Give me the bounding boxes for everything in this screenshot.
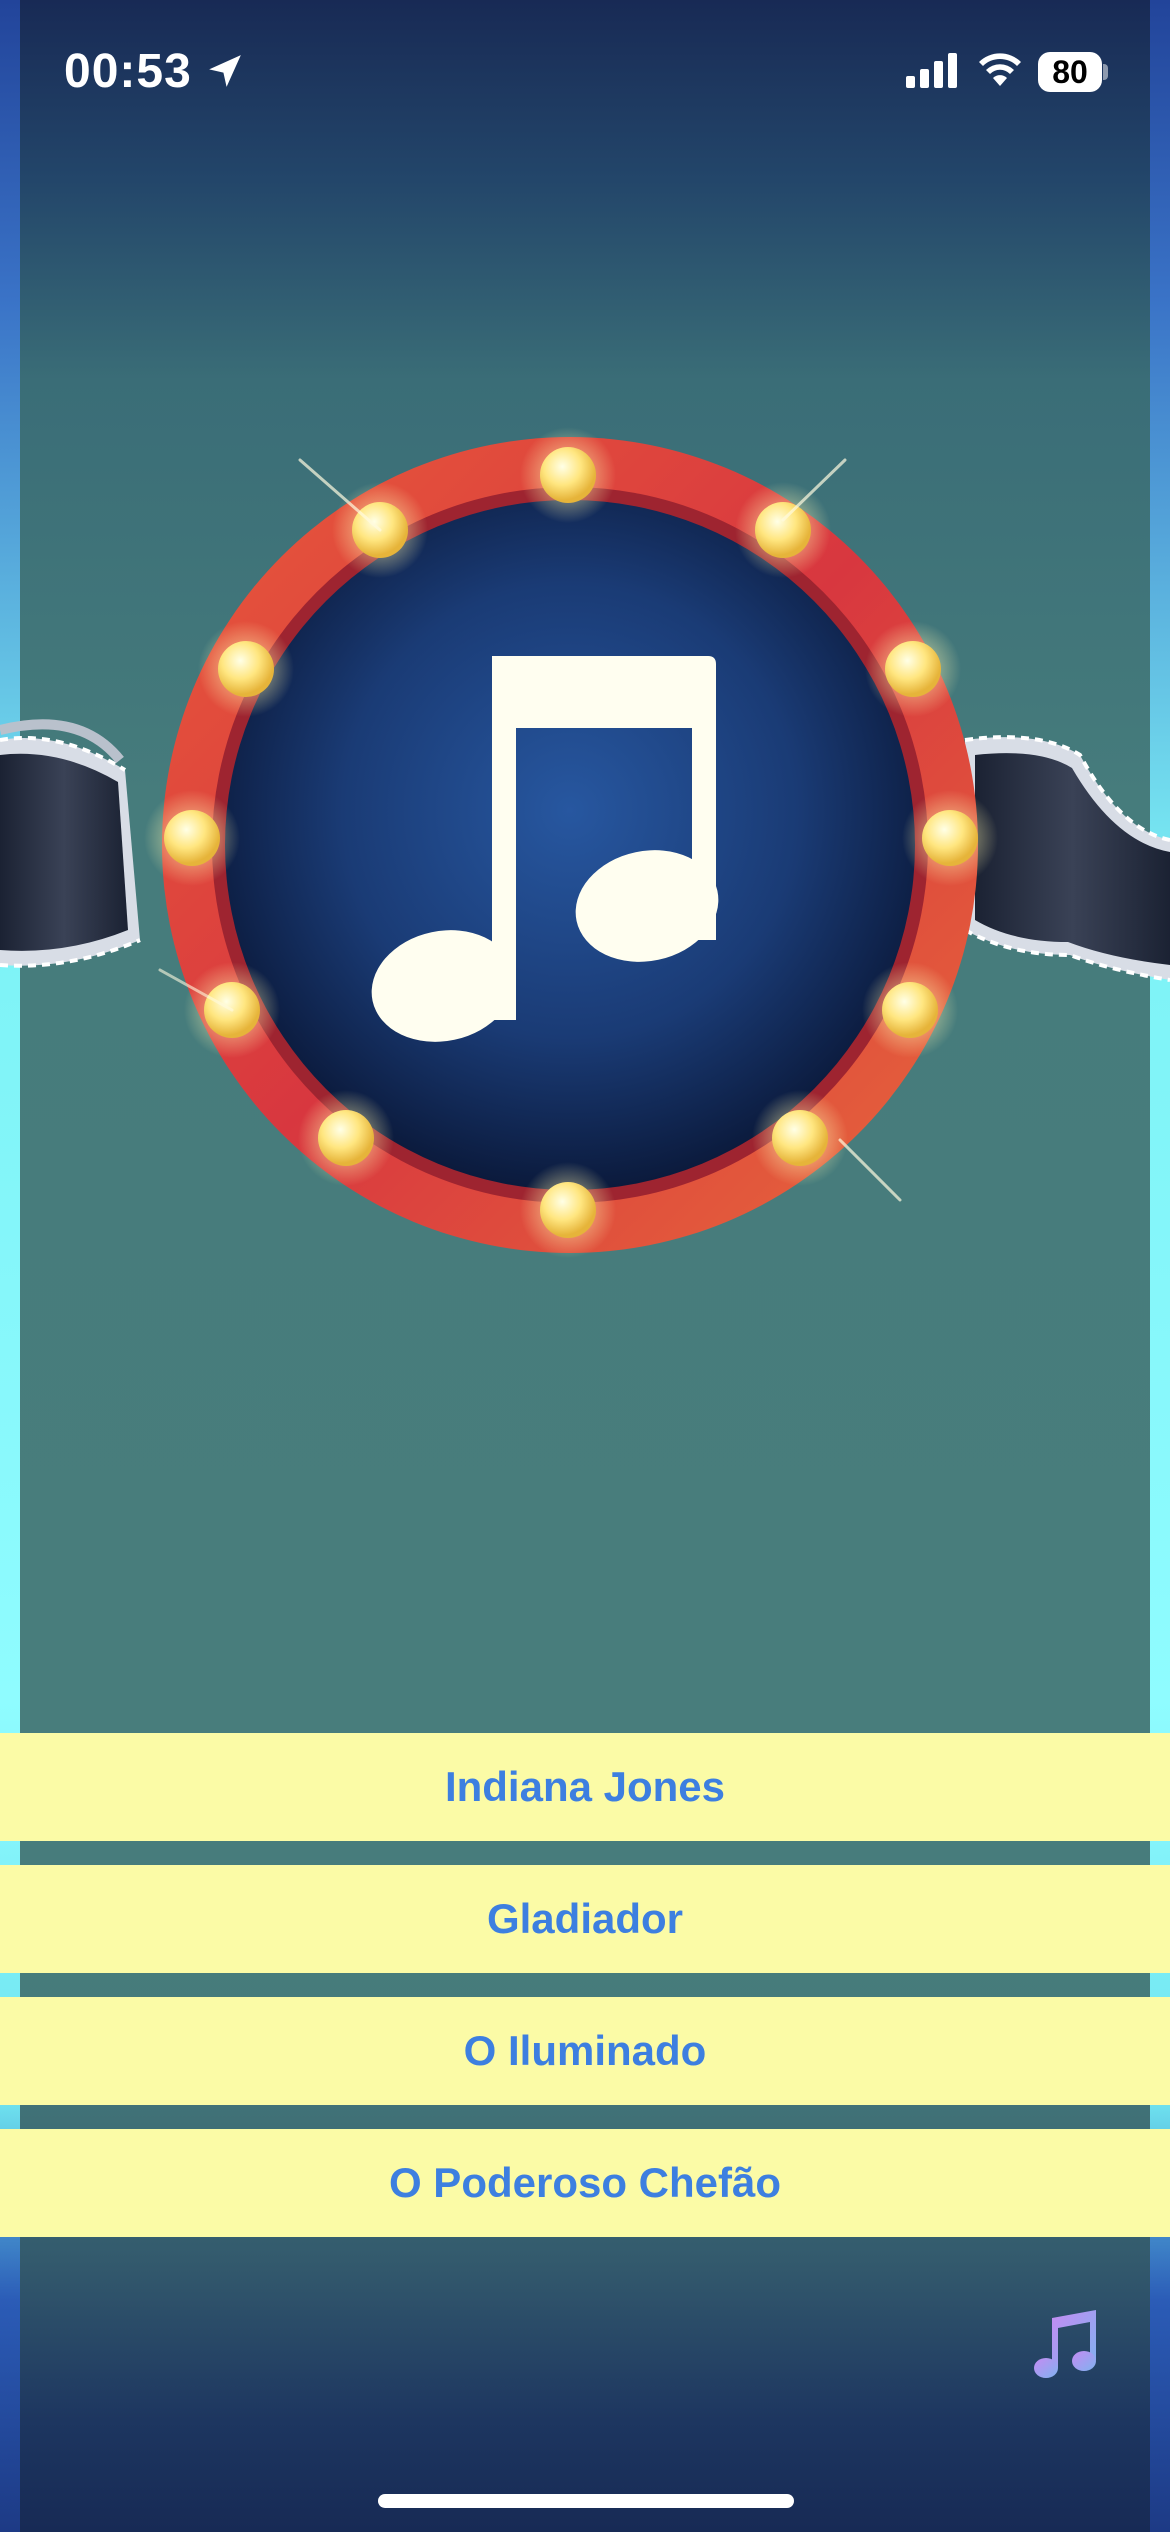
battery-tip <box>1103 64 1108 80</box>
film-strip-left <box>0 719 141 968</box>
status-time: 00:53 <box>64 45 192 98</box>
home-indicator[interactable] <box>378 2494 794 2508</box>
wifi-icon <box>979 53 1021 86</box>
battery-indicator: 80 <box>1038 52 1108 92</box>
answer-button-4[interactable]: O Poderoso Chefão <box>0 2129 1170 2237</box>
battery-level: 80 <box>1052 54 1088 90</box>
music-notes-icon[interactable] <box>1030 2308 1102 2380</box>
marquee-artwork <box>0 427 1170 1258</box>
cellular-signal-icon <box>906 53 957 88</box>
status-bar: 00:53 80 <box>0 0 1170 150</box>
answer-button-2[interactable]: Gladiador <box>0 1865 1170 1973</box>
answer-button-3[interactable]: O Iluminado <box>0 1997 1170 2105</box>
location-arrow-icon <box>209 55 241 87</box>
marquee-ring <box>162 437 978 1253</box>
answer-button-1[interactable]: Indiana Jones <box>0 1733 1170 1841</box>
film-strip-right <box>964 735 1170 982</box>
